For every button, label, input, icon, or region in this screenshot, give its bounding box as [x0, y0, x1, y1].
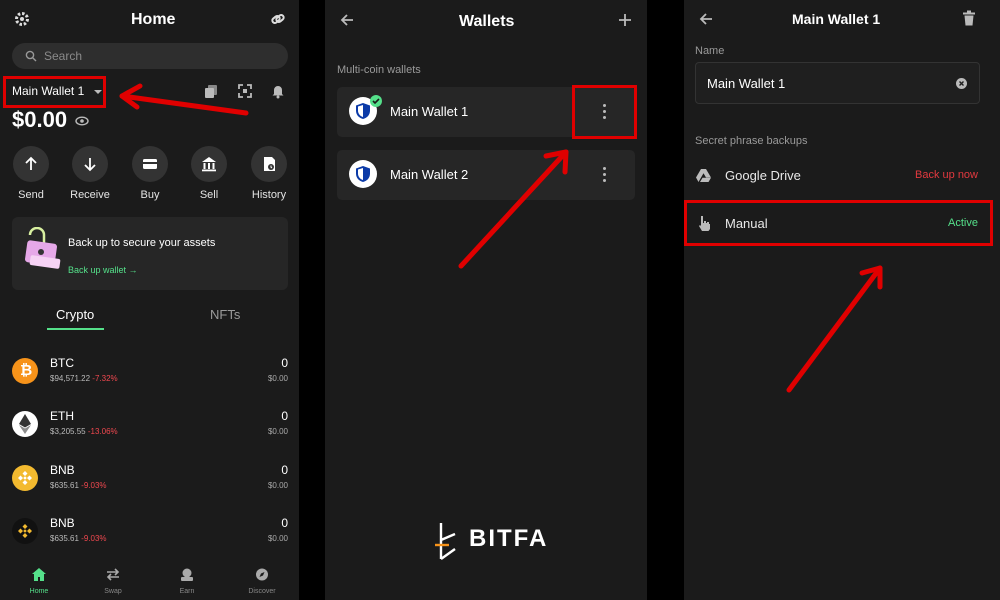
arrow-to-wallet-selector — [119, 93, 249, 116]
arrow-to-more-options — [458, 149, 569, 269]
arrow-to-manual-backup — [786, 265, 883, 393]
annotation-arrows — [119, 83, 883, 393]
